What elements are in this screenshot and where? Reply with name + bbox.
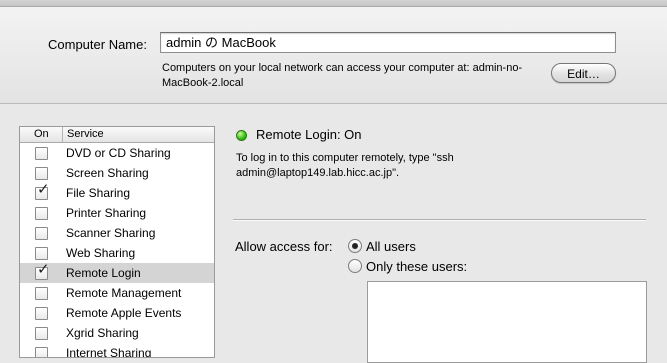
allow-access-label: Allow access for: xyxy=(235,239,333,254)
service-checkbox[interactable] xyxy=(35,327,48,340)
computer-name-label: Computer Name: xyxy=(48,37,147,52)
service-checkbox[interactable]: ✓ xyxy=(35,262,50,280)
service-rows: DVD or CD Sharing Screen Sharing ✓ File Sha… xyxy=(20,143,214,358)
edit-button[interactable]: Edit… xyxy=(551,63,616,83)
service-label: Xgrid Sharing xyxy=(66,326,139,340)
column-header-on[interactable]: On xyxy=(34,127,49,142)
service-row[interactable]: ✓ Remote Login xyxy=(20,262,214,283)
service-label: DVD or CD Sharing xyxy=(66,146,171,160)
service-label: Remote Login xyxy=(66,266,141,280)
service-checkbox[interactable]: ✓ xyxy=(35,182,50,200)
service-checkbox[interactable] xyxy=(35,347,48,357)
computer-name-section: Computer Name: Computers on your local n… xyxy=(0,7,667,104)
service-row[interactable]: ✓ File Sharing xyxy=(20,182,214,203)
service-label: Screen Sharing xyxy=(66,166,149,180)
only-these-users-radio[interactable] xyxy=(348,259,362,273)
service-row[interactable]: Remote Apple Events xyxy=(20,303,214,323)
service-label: Scanner Sharing xyxy=(66,226,156,240)
service-list-header: On Service xyxy=(20,127,214,143)
service-row[interactable]: Xgrid Sharing xyxy=(20,323,214,343)
service-row[interactable]: Scanner Sharing xyxy=(20,223,214,243)
service-label: Internet Sharing xyxy=(66,346,152,358)
only-these-users-label[interactable]: Only these users: xyxy=(366,259,467,274)
service-row[interactable]: Screen Sharing xyxy=(20,163,214,183)
service-label: Remote Management xyxy=(66,286,182,300)
service-row[interactable]: Remote Management xyxy=(20,283,214,303)
service-row[interactable]: Printer Sharing xyxy=(20,203,214,223)
section-divider xyxy=(233,219,646,221)
allowed-users-list[interactable] xyxy=(367,281,647,363)
status-indicator-icon xyxy=(236,130,247,141)
column-header-service[interactable]: Service xyxy=(67,127,104,142)
service-label: Remote Apple Events xyxy=(66,306,182,320)
all-users-radio[interactable] xyxy=(348,239,362,253)
service-checkbox[interactable] xyxy=(35,247,48,260)
column-divider xyxy=(62,127,63,142)
service-checkbox[interactable] xyxy=(35,207,48,220)
service-checkbox[interactable] xyxy=(35,227,48,240)
window-top-strip xyxy=(0,0,667,7)
service-checkbox[interactable] xyxy=(35,287,48,300)
service-status-title: Remote Login: On xyxy=(256,127,362,142)
service-row[interactable]: Web Sharing xyxy=(20,243,214,263)
service-row[interactable]: Internet Sharing xyxy=(20,343,214,358)
service-checkbox[interactable] xyxy=(35,307,48,320)
checkmark-icon: ✓ xyxy=(37,261,50,278)
service-label: Web Sharing xyxy=(66,246,136,260)
service-status-description: To log in to this computer remotely, typ… xyxy=(236,152,454,179)
radio-selected-dot xyxy=(352,243,358,249)
service-checkbox[interactable] xyxy=(35,167,48,180)
service-label: Printer Sharing xyxy=(66,206,147,220)
service-checkbox[interactable] xyxy=(35,147,48,160)
service-label: File Sharing xyxy=(66,186,131,200)
service-list: On Service DVD or CD Sharing Screen Shari… xyxy=(19,126,215,358)
computer-name-input[interactable] xyxy=(160,32,616,53)
service-row[interactable]: DVD or CD Sharing xyxy=(20,143,214,163)
checkmark-icon: ✓ xyxy=(37,181,50,198)
all-users-label[interactable]: All users xyxy=(366,239,416,254)
computer-name-info: Computers on your local network can acce… xyxy=(162,62,523,89)
